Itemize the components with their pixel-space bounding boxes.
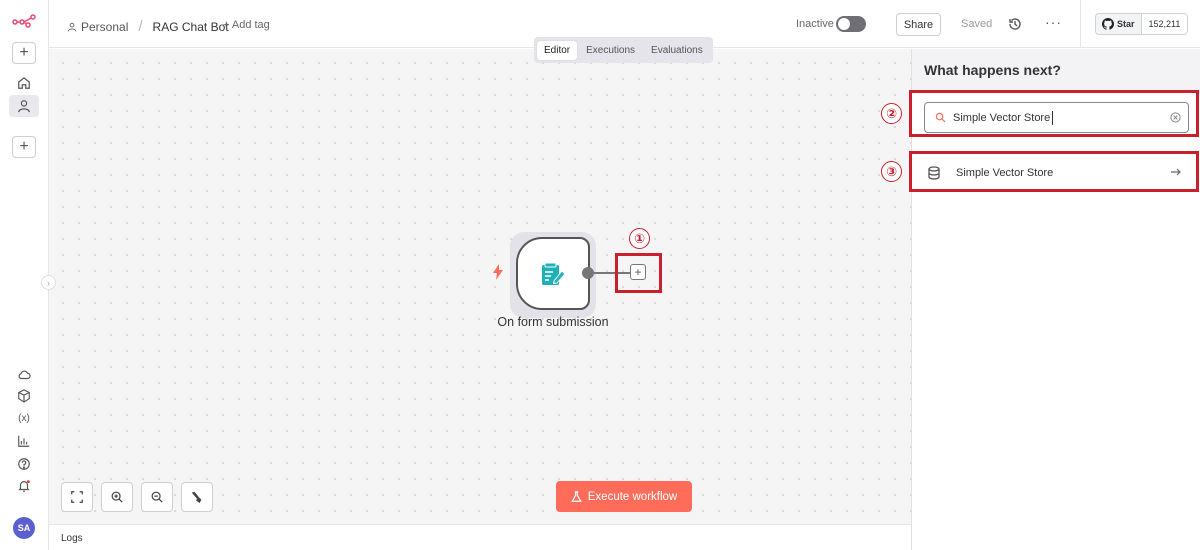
broom-icon — [191, 491, 202, 504]
zoom-in-icon — [111, 491, 123, 503]
bell-icon[interactable] — [12, 476, 36, 496]
github-star-button[interactable]: Star 152,211 — [1095, 13, 1189, 35]
annotation-number-3: ③ — [881, 161, 902, 182]
panel-header: What happens next? — [912, 49, 1200, 91]
cube-icon[interactable] — [12, 386, 36, 406]
trigger-bolt-icon — [493, 264, 503, 280]
annotation-number-1: ① — [629, 228, 650, 249]
share-button[interactable]: Share — [896, 13, 941, 36]
sidebar-collapse-chevron-icon[interactable]: › — [41, 275, 56, 290]
home-icon[interactable] — [12, 73, 36, 93]
workflow-name[interactable]: RAG Chat Bot — [153, 20, 229, 34]
variables-icon[interactable]: (x) — [12, 408, 36, 428]
form-icon — [542, 262, 566, 285]
add-project-icon[interactable]: + — [12, 136, 36, 158]
cloud-icon[interactable] — [12, 365, 36, 385]
fit-view-icon — [71, 491, 83, 503]
node-label: On form submission — [497, 315, 609, 329]
panel-title: What happens next? — [924, 62, 1061, 78]
add-tag-button[interactable]: + Add tag — [223, 19, 270, 31]
logs-label: Logs — [61, 533, 83, 544]
annotation-number-2: ② — [881, 103, 902, 124]
tab-editor[interactable]: Editor — [537, 40, 578, 60]
annotation-box-2 — [909, 90, 1199, 137]
github-star-count: 152,211 — [1141, 14, 1188, 34]
logs-bar[interactable]: Logs — [49, 524, 911, 550]
user-icon — [67, 22, 77, 32]
github-icon — [1102, 18, 1114, 30]
insights-icon[interactable] — [12, 431, 36, 451]
zoom-in-button[interactable] — [101, 482, 133, 512]
active-status-label: Inactive — [796, 18, 834, 30]
annotation-box-1 — [615, 253, 662, 293]
breadcrumb-project[interactable]: Personal — [81, 20, 128, 34]
annotation-box-3 — [909, 151, 1199, 192]
zoom-out-button[interactable] — [141, 482, 173, 512]
github-star-label: Star — [1117, 19, 1135, 29]
tidy-up-button[interactable] — [181, 482, 213, 512]
help-icon[interactable] — [12, 454, 36, 474]
breadcrumb: Personal / RAG Chat Bot — [67, 18, 229, 35]
more-options-icon[interactable]: ··· — [1045, 14, 1062, 30]
fit-view-button[interactable] — [61, 482, 93, 512]
tab-executions[interactable]: Executions — [579, 41, 642, 60]
n8n-logo[interactable] — [12, 14, 36, 28]
zoom-out-icon — [151, 491, 163, 503]
user-icon[interactable] — [9, 95, 39, 117]
node-output-handle[interactable] — [582, 267, 594, 279]
breadcrumb-separator: / — [138, 18, 143, 35]
execute-workflow-button[interactable]: Execute workflow — [556, 481, 692, 512]
execute-workflow-label: Execute workflow — [587, 490, 678, 503]
avatar[interactable]: SA — [13, 517, 35, 539]
flask-icon — [570, 490, 582, 502]
history-icon[interactable] — [1007, 16, 1023, 32]
form-trigger-node[interactable] — [516, 237, 590, 310]
saved-status: Saved — [961, 18, 993, 30]
add-icon[interactable]: + — [12, 42, 36, 64]
divider — [1080, 0, 1081, 48]
workflow-canvas[interactable]: Editor Executions Evaluations + On form … — [49, 37, 911, 524]
active-toggle[interactable] — [836, 16, 866, 32]
view-tabs: Editor Executions Evaluations — [534, 37, 713, 63]
tab-evaluations[interactable]: Evaluations — [644, 41, 710, 60]
left-sidebar: + + (x) SA — [0, 0, 49, 550]
